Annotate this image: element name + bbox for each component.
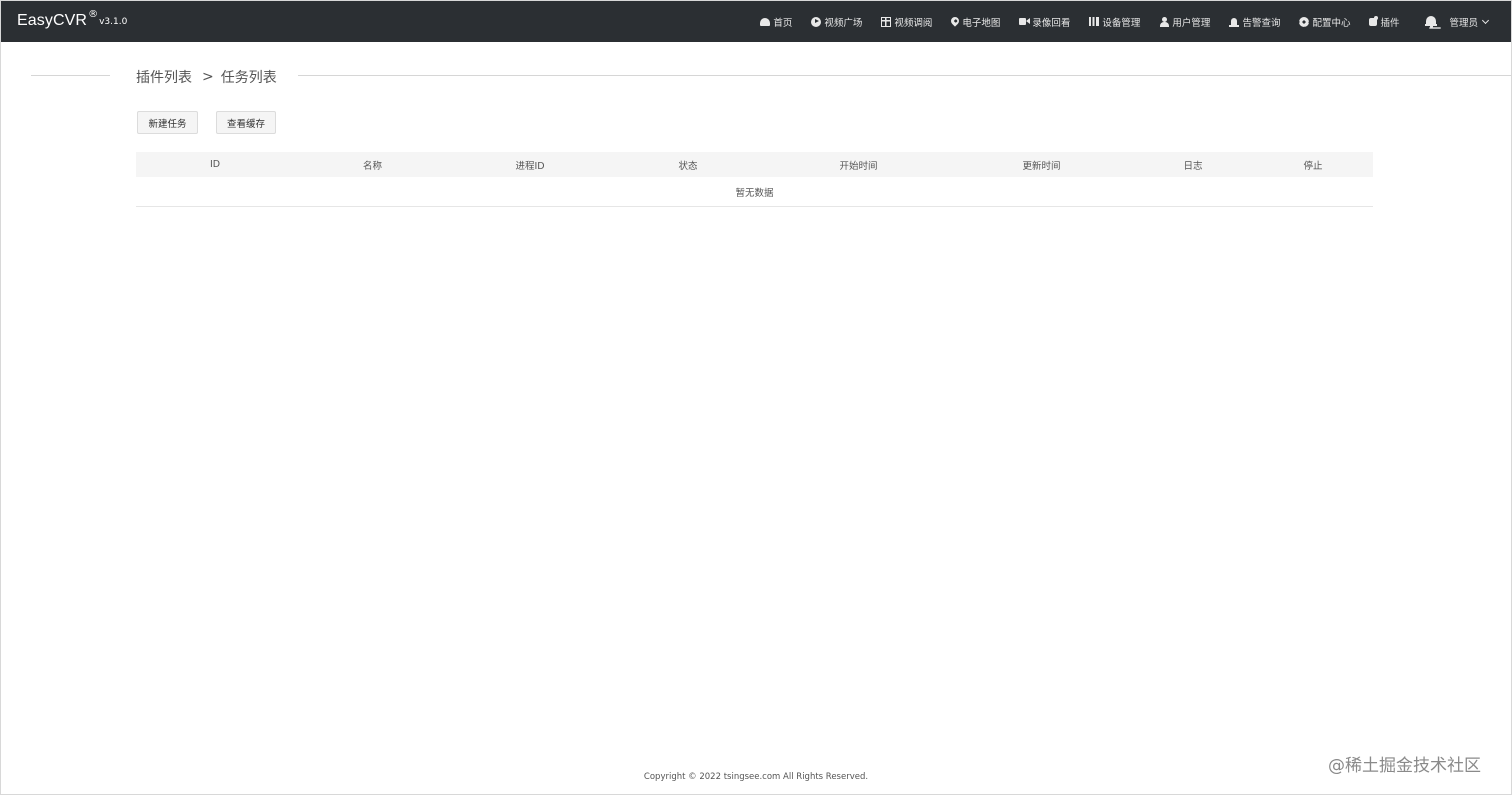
top-navbar: EasyCVR ® v3.1.0 首页 视频广场 视频调阅 电子地图 录像回看 … [1,1,1511,42]
puzzle-icon [1369,15,1379,26]
nav-item-devices[interactable]: 设备管理 [1089,1,1140,42]
column-header-id: ID [209,159,221,170]
play-circle-icon [811,16,822,27]
brand-name: EasyCVR [17,12,88,29]
brand-logo[interactable]: EasyCVR ® v3.1.0 [17,10,127,32]
bell-clapper [1429,26,1433,28]
column-header-name: 名称 [362,160,382,172]
nav-item-video-square[interactable]: 视频广场 [811,1,862,42]
breadcrumb-separator: > [202,69,214,85]
brand-registered-mark: ® [88,9,99,20]
table-icon [881,16,892,27]
user-menu[interactable]: 管理员 [1449,15,1490,29]
column-header-status: 状态 [678,160,698,172]
nav-item-label: 电子地图 [962,17,1001,29]
map-pin-icon [949,14,962,27]
user-name: 管理员 [1449,17,1478,29]
table-empty-state: 暂无数据 [136,177,1373,207]
title-divider-left [31,75,110,76]
nav-item-video-view[interactable]: 视频调阅 [881,1,932,42]
nav-item-label: 配置中心 [1312,17,1351,29]
chevron-down-icon [1481,16,1490,24]
notification-bell-icon[interactable] [1425,15,1438,28]
column-header-update-time: 更新时间 [1022,160,1061,172]
nav-item-alarms[interactable]: 告警查询 [1229,1,1280,42]
user-icon [1159,16,1169,27]
nav-item-label: 插件 [1380,17,1400,29]
column-header-start-time: 开始时间 [839,160,878,172]
view-cache-button[interactable]: 查看缓存 [216,111,276,134]
breadcrumb-plugin-list[interactable]: 插件列表 [136,67,192,87]
nav-item-playback[interactable]: 录像回看 [1019,1,1070,42]
table-header: ID 名称 进程ID 状态 开始时间 更新时间 日志 停止 [136,152,1373,177]
column-header-pid: 进程ID [515,160,545,172]
nav-item-label: 视频广场 [824,17,863,29]
column-header-log: 日志 [1183,160,1203,172]
nav-item-label: 用户管理 [1172,17,1211,29]
watermark: @稀土掘金技术社区 [1328,756,1481,776]
gear-icon [1299,16,1310,27]
nav-item-label: 首页 [773,17,793,29]
brand-version: v3.1.0 [99,17,128,27]
dashboard-icon [760,17,771,26]
alarm-icon [1229,17,1240,27]
nav-item-home[interactable]: 首页 [760,1,792,42]
main-nav: 首页 视频广场 视频调阅 电子地图 录像回看 设备管理 用户管理 告警查询 配置… [760,1,1511,42]
nav-item-plugins[interactable]: 插件 [1369,1,1399,42]
columns-icon [1089,17,1100,26]
video-camera-icon [1019,18,1031,25]
new-task-button[interactable]: 新建任务 [137,111,198,134]
breadcrumb-current: 任务列表 [220,70,277,86]
nav-item-map[interactable]: 电子地图 [949,1,1001,42]
title-divider-right [298,75,1511,76]
column-header-stop: 停止 [1303,160,1323,172]
nav-item-label: 录像回看 [1032,17,1071,29]
nav-item-label: 视频调阅 [894,17,933,29]
footer-copyright: Copyright © 2022 tsingsee.com All Rights… [643,772,869,782]
breadcrumb: 插件列表 > 任务列表 [136,67,277,87]
nav-item-label: 设备管理 [1102,17,1141,29]
nav-item-label: 告警查询 [1242,17,1281,29]
nav-item-users[interactable]: 用户管理 [1159,1,1210,42]
task-table: ID 名称 进程ID 状态 开始时间 更新时间 日志 停止 暂无数据 [136,152,1373,207]
nav-item-config[interactable]: 配置中心 [1299,1,1350,42]
